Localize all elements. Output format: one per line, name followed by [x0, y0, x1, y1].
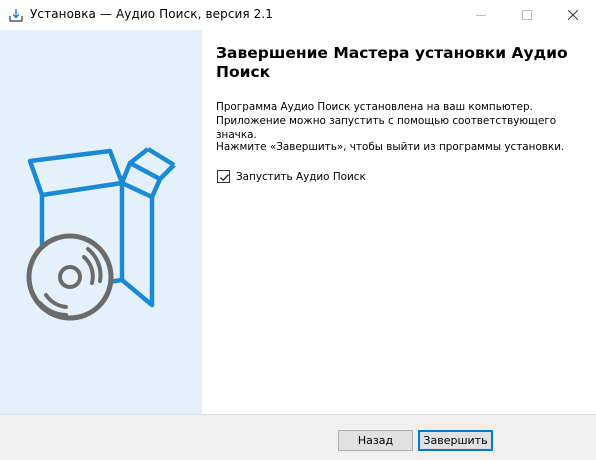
launch-app-checkbox[interactable]: [217, 170, 230, 183]
maximize-button[interactable]: [504, 0, 550, 30]
wizard-banner: [0, 30, 202, 414]
finish-instruction: Нажмите «Завершить», чтобы выйти из прог…: [216, 141, 565, 153]
page-title: Завершение Мастера установки Аудио Поиск: [216, 44, 568, 81]
title-bar: Установка — Аудио Поиск, версия 2.1: [0, 0, 596, 30]
close-button[interactable]: [550, 0, 596, 30]
software-box-with-disc-icon: [26, 147, 176, 321]
back-button[interactable]: Назад: [338, 430, 413, 451]
checkmark-icon: [220, 174, 229, 182]
install-complete-message: Программа Аудио Поиск установлена на ваш…: [216, 101, 557, 141]
minimize-button[interactable]: [458, 0, 504, 30]
maximize-icon: [522, 10, 532, 20]
installer-window: Установка — Аудио Поиск, версия 2.1 Заве…: [0, 0, 596, 460]
close-icon: [568, 10, 578, 20]
wizard-content: Завершение Мастера установки Аудио Поиск…: [202, 30, 596, 414]
finish-button[interactable]: Завершить: [418, 430, 493, 451]
installer-download-icon: [8, 7, 24, 23]
window-title: Установка — Аудио Поиск, версия 2.1: [30, 7, 274, 21]
wizard-footer: Назад Завершить: [0, 414, 596, 460]
launch-app-label[interactable]: Запустить Аудио Поиск: [236, 170, 366, 184]
minimize-icon: [476, 15, 486, 16]
